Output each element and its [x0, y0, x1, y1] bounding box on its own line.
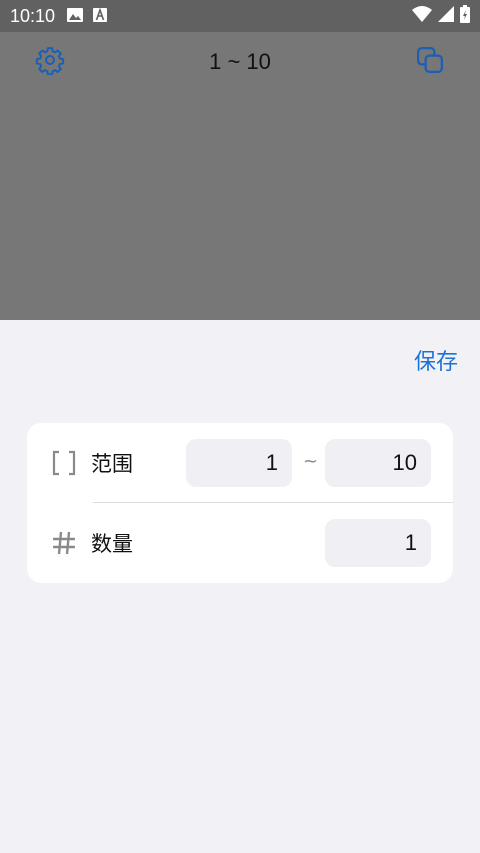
status-time: 10:10 — [10, 5, 56, 26]
a-icon — [93, 7, 108, 26]
battery-icon — [460, 5, 470, 27]
settings-card: 范围 1 ~ 10 数量 1 — [27, 423, 453, 583]
brackets-icon — [49, 448, 79, 478]
signal-icon — [438, 6, 454, 26]
status-left-icons — [67, 7, 108, 26]
wifi-icon — [412, 6, 432, 26]
top-bar: 1 ~ 10 — [0, 32, 480, 92]
count-input[interactable]: 1 — [325, 519, 431, 567]
image-icon — [67, 7, 84, 26]
status-bar: 10:10 — [0, 0, 480, 32]
range-label: 范围 — [91, 452, 133, 476]
range-min-input[interactable]: 1 — [186, 439, 292, 487]
count-label: 数量 — [91, 532, 133, 556]
page-title: 1 ~ 10 — [209, 49, 271, 74]
settings-button[interactable] — [30, 42, 70, 82]
range-separator: ~ — [303, 451, 319, 472]
copy-button[interactable] — [410, 42, 450, 82]
save-button[interactable]: 保存 — [414, 344, 458, 376]
hash-icon — [49, 528, 79, 558]
range-row: 范围 1 ~ 10 — [27, 423, 453, 503]
count-row: 数量 1 — [27, 503, 453, 583]
bottom-sheet: 保存 范围 1 ~ 10 数量 1 — [0, 320, 480, 853]
range-max-input[interactable]: 10 — [325, 439, 431, 487]
gear-icon — [35, 45, 65, 79]
status-right-icons — [412, 5, 470, 27]
copy-icon — [415, 45, 445, 79]
